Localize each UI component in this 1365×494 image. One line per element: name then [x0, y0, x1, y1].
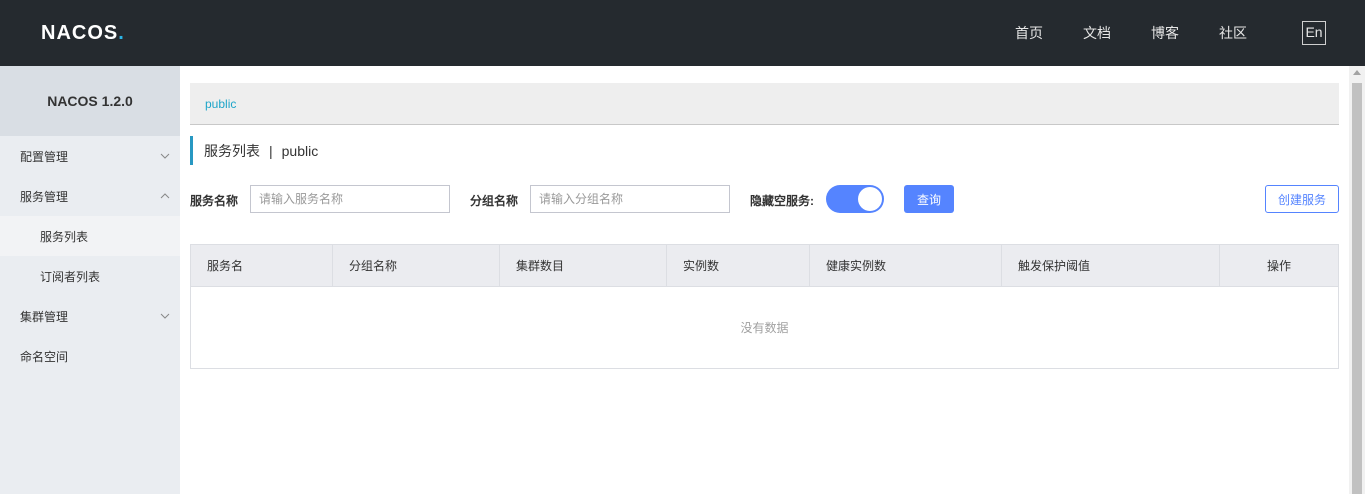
- page-title: 服务列表 | public: [190, 136, 318, 165]
- nacos-logo[interactable]: NAC O S.: [41, 21, 125, 45]
- sidebar-item-subscriber-list[interactable]: 订阅者列表: [0, 256, 180, 296]
- nav-blog[interactable]: 博客: [1151, 23, 1179, 43]
- empty-table-message: 没有数据: [740, 321, 789, 335]
- chevron-down-icon: [160, 151, 170, 161]
- hide-empty-service-toggle[interactable]: [826, 185, 884, 213]
- page-scrollbar[interactable]: [1349, 66, 1365, 494]
- top-nav-links: 首页 文档 博客 社区: [1015, 0, 1321, 66]
- chevron-down-icon: [160, 311, 170, 321]
- sidebar-item-namespace[interactable]: 命名空间: [0, 336, 180, 376]
- create-service-button[interactable]: 创建服务: [1265, 185, 1339, 213]
- sidebar-item-config-management[interactable]: 配置管理: [0, 136, 180, 176]
- namespace-bar: public: [190, 83, 1339, 125]
- hide-empty-service-label: 隐藏空服务:: [750, 194, 814, 208]
- column-header-service-name: 服务名: [191, 245, 333, 286]
- chevron-up-icon: [160, 191, 170, 201]
- page-title-text: 服务列表: [204, 142, 260, 159]
- sidebar-item-label: 服务管理: [20, 189, 69, 204]
- nav-docs[interactable]: 文档: [1083, 23, 1111, 43]
- logo-dot: .: [118, 22, 125, 44]
- scrollbar-thumb[interactable]: [1352, 83, 1362, 494]
- table-header: 服务名 分组名称 集群数目 实例数 健康实例数 触发保护阈值 操作: [191, 245, 1338, 287]
- column-header-group-name: 分组名称: [333, 245, 500, 286]
- sidebar-item-label: 订阅者列表: [40, 269, 101, 284]
- nav-community[interactable]: 社区: [1219, 23, 1247, 43]
- logo-text-prefix: NAC: [41, 22, 88, 44]
- sidebar-item-service-list[interactable]: 服务列表: [0, 216, 180, 256]
- sidebar-item-cluster-management[interactable]: 集群管理: [0, 296, 180, 336]
- logo-text-o: O: [87, 22, 104, 44]
- top-navbar: NAC O S. 首页 文档 博客 社区 En: [0, 0, 1365, 66]
- sidebar-item-label: 配置管理: [20, 149, 69, 164]
- service-table: 服务名 分组名称 集群数目 实例数 健康实例数 触发保护阈值 操作 没有数据: [190, 244, 1339, 369]
- group-name-input[interactable]: [530, 185, 730, 213]
- scroll-up-arrow-icon[interactable]: [1353, 70, 1361, 75]
- sidebar: NACOS 1.2.0 配置管理 服务管理 服务列表 订阅者列表 集群管理 命名…: [0, 66, 180, 494]
- page-title-separator: |: [269, 142, 273, 159]
- nav-home[interactable]: 首页: [1015, 23, 1043, 43]
- column-header-protect-threshold: 触发保护阈值: [1002, 245, 1220, 286]
- sidebar-version-title: NACOS 1.2.0: [0, 66, 180, 136]
- sidebar-item-label: 集群管理: [20, 309, 69, 324]
- column-header-actions: 操作: [1266, 259, 1291, 273]
- query-button[interactable]: 查询: [904, 185, 954, 213]
- page-title-namespace: public: [281, 142, 319, 159]
- service-name-input[interactable]: [250, 185, 450, 213]
- column-header-instance-count: 实例数: [667, 245, 810, 286]
- service-name-label: 服务名称: [190, 194, 239, 208]
- language-switch-button[interactable]: En: [1302, 21, 1326, 45]
- sidebar-item-service-management[interactable]: 服务管理: [0, 176, 180, 216]
- main-content: public 服务列表 | public 服务名称 分组名称 隐藏空服务: 查询…: [190, 83, 1339, 369]
- column-header-cluster-count: 集群数目: [500, 245, 667, 286]
- namespace-link[interactable]: public: [205, 97, 236, 111]
- toggle-knob: [858, 187, 882, 211]
- logo-text-suffix: S: [103, 22, 119, 44]
- sidebar-item-label: 命名空间: [20, 349, 69, 364]
- group-name-label: 分组名称: [470, 194, 519, 208]
- filter-bar: 服务名称 分组名称 隐藏空服务: 查询 创建服务: [190, 185, 1339, 213]
- sidebar-item-label: 服务列表: [40, 229, 89, 244]
- column-header-healthy-instance-count: 健康实例数: [810, 245, 1002, 286]
